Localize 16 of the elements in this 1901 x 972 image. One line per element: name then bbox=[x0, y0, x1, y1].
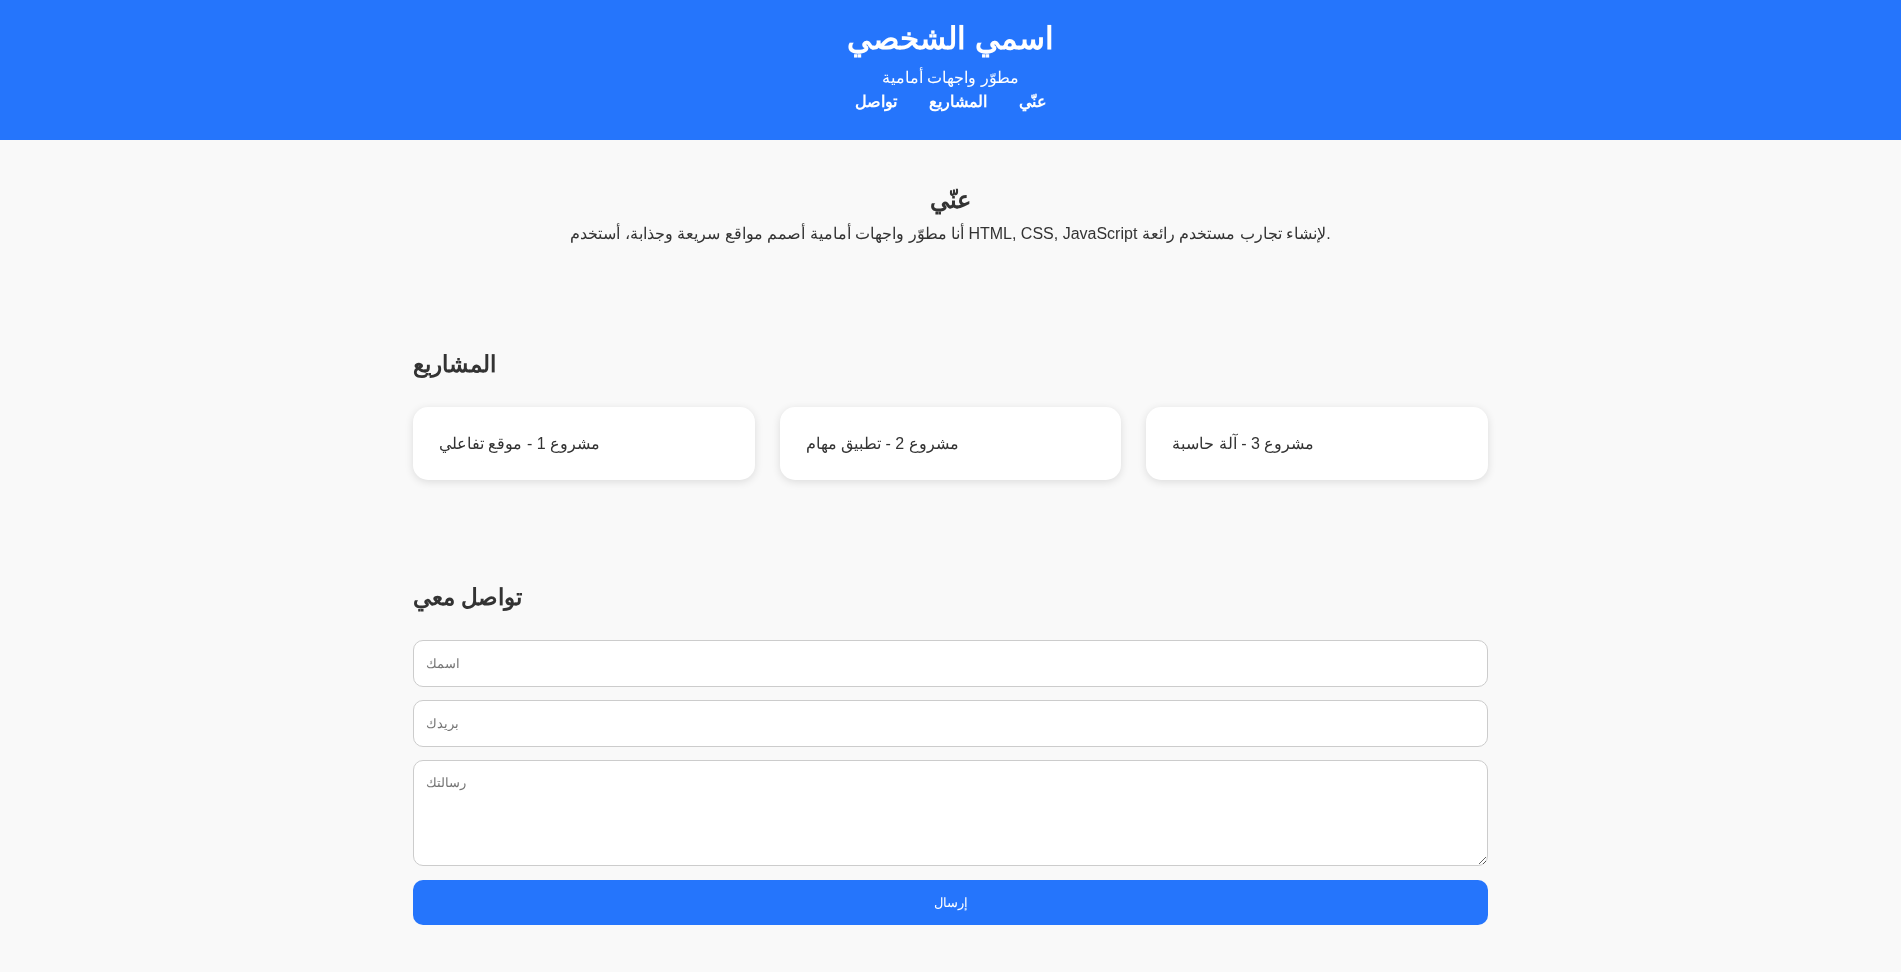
site-subtitle: مطوّر واجهات أمامية bbox=[882, 69, 1019, 87]
about-paragraph: أنا مطوّر واجهات أمامية أصمم مواقع سريعة وجذابة، أستخدم HTML, CSS, JavaScript لإنشاء تجارب مستخدم رائعة. bbox=[570, 225, 1331, 243]
site-title: اسمي الشخصي bbox=[847, 20, 1054, 57]
project-title: مشروع 3 - آلة حاسبة bbox=[1172, 434, 1315, 453]
section-heading: تواصل معي bbox=[413, 583, 523, 611]
submit-button[interactable]: إرسال bbox=[413, 880, 1488, 925]
text-input-field[interactable]: بريدك bbox=[413, 700, 1488, 747]
project-title: مشروع 2 - تطبيق مهام bbox=[805, 434, 959, 453]
project-title: مشروع 1 - موقع تفاعلي bbox=[439, 434, 601, 453]
section-heading: عنّي bbox=[930, 186, 971, 214]
nav-link[interactable]: المشاريع bbox=[928, 93, 987, 111]
nav-link[interactable]: تواصل bbox=[854, 93, 897, 111]
nav-link[interactable]: عنّي bbox=[1018, 93, 1047, 111]
text-input-field[interactable]: اسمك bbox=[413, 640, 1488, 687]
section-heading: المشاريع bbox=[413, 350, 496, 378]
message-textarea-field[interactable]: رسالتك bbox=[413, 760, 1488, 866]
